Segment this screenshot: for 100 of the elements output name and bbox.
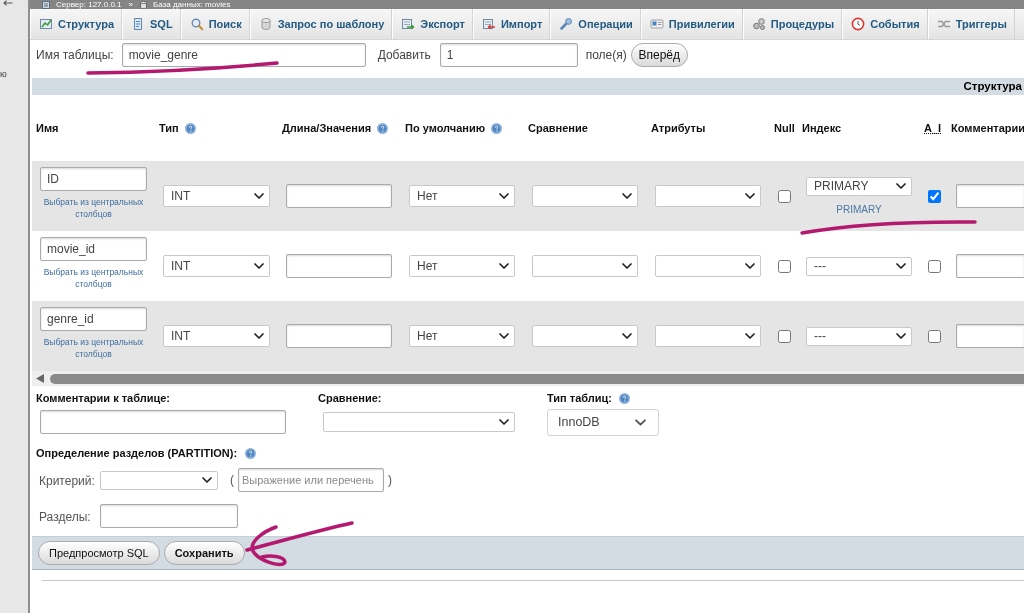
collation-select[interactable] [532, 325, 638, 347]
nav-tab[interactable]: Операции [550, 9, 641, 39]
breadcrumb-link[interactable]: База данных: movies [153, 0, 231, 9]
search-icon [189, 17, 204, 31]
auto-increment-checkbox[interactable] [928, 259, 941, 273]
length-input[interactable] [286, 254, 392, 278]
attributes-select[interactable] [655, 325, 761, 347]
nav-tab[interactable]: События [842, 9, 928, 39]
sidebar-text[interactable]: ю [0, 69, 7, 79]
column-name-input[interactable]: genre_id [40, 307, 147, 331]
type-select[interactable]: INT [163, 185, 270, 207]
expression-input[interactable]: Выражение или перечень [238, 468, 384, 492]
breadcrumb-link[interactable]: Сервер: 127.0.0.1 [56, 0, 122, 9]
column-header: Тип [159, 122, 179, 134]
chevron-icon [745, 193, 755, 199]
field-label: Имя таблицы: [36, 48, 114, 62]
engine-select[interactable]: InnoDB [547, 408, 659, 436]
field-label: поле(я) [585, 48, 627, 62]
length-input[interactable] [286, 324, 392, 348]
attributes-select[interactable] [655, 185, 761, 207]
back-arrow-icon[interactable] [3, 0, 13, 6]
default-select[interactable]: Нет [409, 255, 515, 277]
section-title: Определение разделов (PARTITION): [36, 447, 238, 459]
go-button[interactable]: Вперёд [630, 43, 688, 67]
bracket-text: ( [230, 473, 234, 487]
table-comment-input[interactable] [40, 410, 286, 434]
chevron-icon [202, 477, 212, 483]
type-select[interactable]: INT [163, 255, 270, 277]
index-select[interactable]: --- [806, 256, 912, 276]
field-label: Критерий: [39, 474, 95, 488]
type-select[interactable]: INT [163, 325, 270, 347]
preview-button[interactable]: Предпросмотр SQL [38, 541, 160, 565]
column-header: По умолчанию [405, 122, 486, 134]
nav-tab[interactable]: Привилегии [640, 9, 743, 39]
scroll-left-icon[interactable] [36, 374, 44, 383]
chevron-icon [622, 263, 632, 269]
central-columns-link[interactable]: Выбрать из центральных столбцов [40, 266, 147, 290]
nav-tab[interactable]: Запрос по шаблону [249, 9, 393, 39]
comment-input[interactable] [956, 184, 1024, 208]
chevron-icon [896, 183, 906, 189]
chevron-icon [745, 263, 755, 269]
nav-tab[interactable]: Импорт [472, 9, 551, 39]
help-icon[interactable] [377, 122, 389, 134]
nav-tab[interactable]: Структура [30, 9, 122, 39]
save-button[interactable]: Сохранить [163, 541, 245, 565]
column-header: Комментарии [951, 122, 1024, 134]
length-input[interactable] [286, 184, 392, 208]
nav-tab[interactable]: Процедуры [742, 9, 843, 39]
comment-input[interactable] [956, 324, 1024, 348]
bracket-text: ) [388, 473, 392, 487]
default-select[interactable]: Нет [409, 325, 515, 347]
partitions-input[interactable] [100, 504, 238, 528]
chevron-icon [896, 333, 906, 339]
nav-tab[interactable]: SQL [122, 9, 181, 39]
auto-increment-checkbox[interactable] [928, 329, 941, 343]
help-icon[interactable] [618, 392, 630, 404]
column-header: Сравнение [528, 122, 588, 134]
nav-tab[interactable]: Триггеры [927, 9, 1015, 39]
criterion-select[interactable] [100, 470, 218, 490]
column-header: Длина/Значения [282, 122, 372, 134]
null-checkbox[interactable] [778, 259, 791, 273]
card-icon [649, 17, 664, 31]
clock-icon [851, 17, 866, 31]
central-columns-link[interactable]: Выбрать из центральных столбцов [40, 196, 147, 220]
chevron-icon [254, 263, 264, 269]
attributes-select[interactable] [655, 255, 761, 277]
column-header: A_I [924, 122, 942, 134]
column-header: Атрибуты [651, 122, 706, 134]
chevron-icon [622, 333, 632, 339]
default-select[interactable]: Нет [409, 185, 515, 207]
chevron-icon [745, 333, 755, 339]
comment-input[interactable] [956, 254, 1024, 278]
collation-select[interactable] [532, 185, 638, 207]
gears-icon [751, 17, 766, 31]
nav-tab[interactable]: Поиск [180, 9, 250, 39]
help-icon[interactable] [184, 122, 196, 134]
chevron-icon [499, 333, 509, 339]
wrench-icon [559, 17, 574, 31]
field-count-input[interactable]: 1 [439, 43, 578, 67]
table-name-input[interactable]: movie_genre [121, 43, 366, 67]
nav-tab[interactable]: Экспорт [392, 9, 473, 39]
central-columns-link[interactable]: Выбрать из центральных столбцов [40, 336, 147, 360]
help-icon[interactable] [491, 122, 503, 134]
chevron-icon [635, 418, 646, 426]
help-icon[interactable] [245, 447, 257, 459]
column-name-input[interactable]: ID [40, 167, 147, 191]
option-label: Комментарии к таблице: [36, 392, 170, 404]
null-checkbox[interactable] [778, 189, 791, 203]
chevron-icon [499, 193, 509, 199]
option-label: Сравнение: [318, 392, 382, 404]
index-select[interactable]: PRIMARY [806, 176, 912, 196]
null-checkbox[interactable] [778, 329, 791, 343]
index-select[interactable]: --- [806, 326, 912, 346]
column-name-input[interactable]: movie_id [40, 237, 147, 261]
collation-select[interactable] [323, 412, 515, 432]
auto-increment-checkbox[interactable] [928, 189, 941, 203]
index-link[interactable]: PRIMARY [836, 203, 882, 216]
chevron-icon [254, 193, 264, 199]
collation-select[interactable] [532, 255, 638, 277]
scrollbar-thumb[interactable] [50, 373, 1024, 384]
